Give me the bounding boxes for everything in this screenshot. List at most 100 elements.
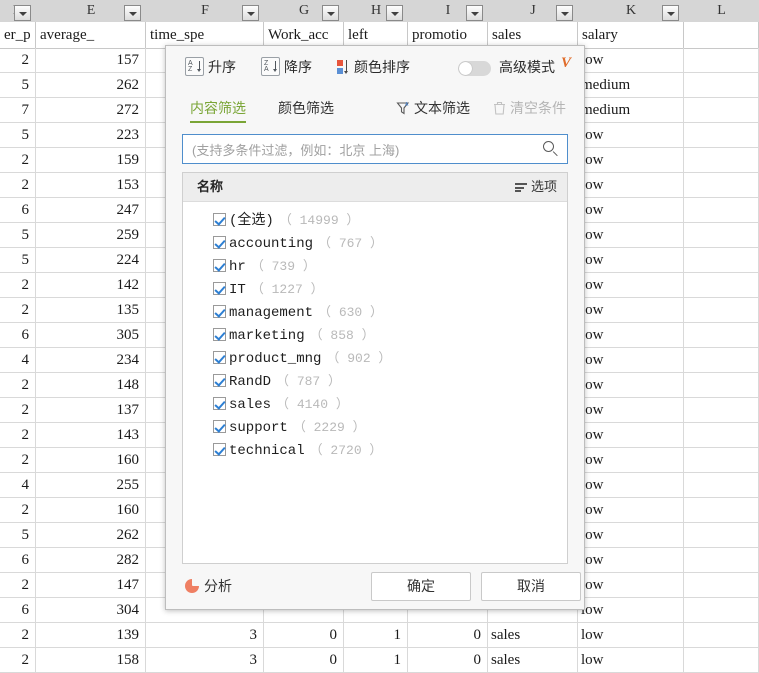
list-item[interactable]: support （ 2229 ） bbox=[213, 415, 366, 438]
list-item[interactable]: product_mng （ 902 ） bbox=[213, 346, 391, 369]
list-item[interactable]: marketing （ 858 ） bbox=[213, 323, 375, 346]
cell-L[interactable] bbox=[684, 73, 759, 97]
cell-E[interactable]: 304 bbox=[36, 598, 146, 622]
filter-dropdown-icon-G[interactable] bbox=[322, 5, 339, 21]
cell-E[interactable]: 255 bbox=[36, 473, 146, 497]
cell-K[interactable]: low bbox=[578, 523, 684, 547]
cell-D[interactable]: 6 bbox=[0, 598, 36, 622]
checkbox-icon[interactable] bbox=[213, 443, 226, 456]
cell-D[interactable]: 2 bbox=[0, 48, 36, 72]
cell-D[interactable]: 4 bbox=[0, 348, 36, 372]
cell-D[interactable]: 2 bbox=[0, 448, 36, 472]
cell-E[interactable]: 147 bbox=[36, 573, 146, 597]
checkbox-icon[interactable] bbox=[213, 236, 226, 249]
sort-by-color-button[interactable]: 颜色排序 bbox=[337, 56, 410, 78]
list-item[interactable]: IT （ 1227 ） bbox=[213, 277, 324, 300]
cell-D[interactable]: 6 bbox=[0, 548, 36, 572]
cell-K[interactable]: low bbox=[578, 473, 684, 497]
list-item[interactable]: management （ 630 ） bbox=[213, 300, 383, 323]
cell-E[interactable]: 142 bbox=[36, 273, 146, 297]
cell-E[interactable]: 148 bbox=[36, 373, 146, 397]
cell-E[interactable]: 137 bbox=[36, 398, 146, 422]
cell-E[interactable]: 224 bbox=[36, 248, 146, 272]
cell-D[interactable]: 6 bbox=[0, 323, 36, 347]
cell-L[interactable] bbox=[684, 623, 759, 647]
cell-L[interactable] bbox=[684, 573, 759, 597]
cell-L[interactable] bbox=[684, 648, 759, 672]
cell-K[interactable]: low bbox=[578, 398, 684, 422]
tab-text-filter[interactable]: A 文本筛选 bbox=[396, 96, 470, 120]
cell-E[interactable]: 153 bbox=[36, 173, 146, 197]
cell-D[interactable]: 2 bbox=[0, 423, 36, 447]
cell-E[interactable]: 158 bbox=[36, 648, 146, 672]
cell-E[interactable]: 247 bbox=[36, 198, 146, 222]
cell-L[interactable] bbox=[684, 148, 759, 172]
cell-K[interactable]: low bbox=[578, 148, 684, 172]
cell-L[interactable] bbox=[684, 523, 759, 547]
cell-L[interactable] bbox=[684, 298, 759, 322]
cell-L[interactable] bbox=[684, 223, 759, 247]
cell-E[interactable]: 143 bbox=[36, 423, 146, 447]
cell-K[interactable]: low bbox=[578, 423, 684, 447]
cell-L[interactable] bbox=[684, 398, 759, 422]
cell-L[interactable] bbox=[684, 473, 759, 497]
cell-G[interactable]: 0 bbox=[264, 623, 344, 647]
cell-F[interactable]: 3 bbox=[146, 623, 264, 647]
cell-I[interactable]: 0 bbox=[408, 648, 488, 672]
cell-E[interactable]: 305 bbox=[36, 323, 146, 347]
list-item[interactable]: sales （ 4140 ） bbox=[213, 392, 349, 415]
cell-L[interactable] bbox=[684, 98, 759, 122]
cell-L[interactable] bbox=[684, 498, 759, 522]
cell-E[interactable]: 234 bbox=[36, 348, 146, 372]
table-row[interactable]: 2 139 3 0 1 0 sales low bbox=[0, 623, 759, 648]
cell-D[interactable]: 2 bbox=[0, 148, 36, 172]
cell-D[interactable]: 5 bbox=[0, 523, 36, 547]
cell-D[interactable]: 5 bbox=[0, 73, 36, 97]
filter-dropdown-icon-F[interactable] bbox=[242, 5, 259, 21]
cell-K[interactable]: low bbox=[578, 173, 684, 197]
cell-K[interactable]: low bbox=[578, 223, 684, 247]
cell-K[interactable]: low bbox=[578, 323, 684, 347]
filter-dropdown-icon-J[interactable] bbox=[556, 5, 573, 21]
cell-E[interactable]: 272 bbox=[36, 98, 146, 122]
cell-K[interactable]: low bbox=[578, 573, 684, 597]
cell-K[interactable]: medium bbox=[578, 98, 684, 122]
cell-L[interactable] bbox=[684, 448, 759, 472]
cell-E[interactable]: 262 bbox=[36, 523, 146, 547]
filter-dropdown-icon-H[interactable] bbox=[386, 5, 403, 21]
cell-D[interactable]: 2 bbox=[0, 173, 36, 197]
checkbox-icon[interactable] bbox=[213, 305, 226, 318]
cell-E[interactable]: 160 bbox=[36, 448, 146, 472]
cell-K[interactable]: low bbox=[578, 298, 684, 322]
checkbox-icon[interactable] bbox=[213, 282, 226, 295]
cell-E[interactable]: 159 bbox=[36, 148, 146, 172]
cell-D[interactable]: 2 bbox=[0, 398, 36, 422]
cell-D[interactable]: 2 bbox=[0, 623, 36, 647]
checkbox-icon[interactable] bbox=[213, 213, 226, 226]
checkbox-icon[interactable] bbox=[213, 397, 226, 410]
checkbox-icon[interactable] bbox=[213, 420, 226, 433]
cell-L[interactable] bbox=[684, 173, 759, 197]
cell-K[interactable]: low bbox=[578, 498, 684, 522]
list-item[interactable]: hr （ 739 ） bbox=[213, 254, 316, 277]
tab-color-filter[interactable]: 颜色筛选 bbox=[278, 96, 334, 120]
cell-L[interactable] bbox=[684, 123, 759, 147]
filter-dropdown-icon-K[interactable] bbox=[662, 5, 679, 21]
checkbox-icon[interactable] bbox=[213, 351, 226, 364]
checkbox-icon[interactable] bbox=[213, 374, 226, 387]
cell-L[interactable] bbox=[684, 423, 759, 447]
cell-E[interactable]: 157 bbox=[36, 48, 146, 72]
cell-E[interactable]: 160 bbox=[36, 498, 146, 522]
cell-L[interactable] bbox=[684, 248, 759, 272]
sort-descending-button[interactable]: ZA 降序 bbox=[261, 56, 312, 78]
cell-D[interactable]: 4 bbox=[0, 473, 36, 497]
filter-dropdown-icon-D[interactable] bbox=[14, 5, 31, 21]
search-input[interactable] bbox=[190, 135, 534, 165]
ok-button[interactable]: 确定 bbox=[371, 572, 471, 601]
tab-clear-conditions[interactable]: 清空条件 bbox=[493, 96, 566, 120]
cell-J[interactable]: sales bbox=[488, 648, 578, 672]
list-item[interactable]: RandD （ 787 ） bbox=[213, 369, 341, 392]
cell-L[interactable] bbox=[684, 598, 759, 622]
search-icon[interactable] bbox=[543, 141, 559, 157]
cell-K[interactable]: low bbox=[578, 348, 684, 372]
